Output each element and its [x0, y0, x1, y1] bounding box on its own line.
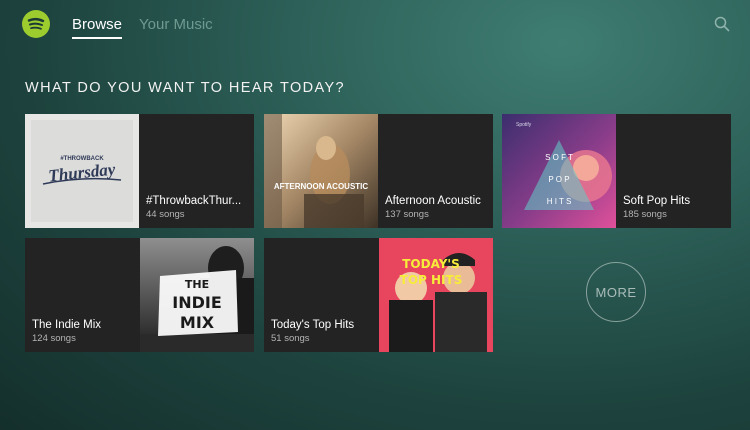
art-label-mix: MIX: [180, 313, 215, 332]
art-label-indie: INDIE: [172, 293, 222, 312]
playlist-cover-art: Spotify S O F T P O P H I T S: [502, 114, 616, 228]
playlist-card-the-indie-mix[interactable]: The Indie Mix 124 songs THE INDIE MIX: [25, 238, 254, 352]
playlist-title: The Indie Mix: [32, 319, 102, 331]
tab-browse[interactable]: Browse: [72, 16, 123, 39]
playlist-song-count: 44 songs: [146, 209, 185, 220]
playlist-info: Today's Top Hits 51 songs: [271, 318, 381, 344]
art-spotify-label: Spotify: [516, 122, 532, 128]
art-label-hits: H I T S: [547, 197, 572, 206]
playlist-info: #ThrowbackThur... 44 songs: [146, 194, 254, 220]
playlist-info: Soft Pop Hits 185 songs: [623, 194, 731, 220]
playlist-title: Soft Pop Hits: [623, 195, 691, 207]
art-label-todays: TODAY'S: [402, 257, 460, 271]
playlist-info: The Indie Mix 124 songs: [32, 318, 142, 344]
playlist-title: Afternoon Acoustic: [385, 195, 481, 207]
spotify-logo-icon[interactable]: [22, 10, 50, 38]
playlist-cover-art: #THROWBACK Thursday: [25, 114, 139, 228]
playlist-song-count: 137 songs: [385, 209, 429, 220]
search-icon[interactable]: [713, 15, 731, 33]
playlist-card-soft-pop-hits[interactable]: Spotify S O F T P O P H I T S Soft Pop H…: [502, 114, 731, 228]
art-label-pop: P O P: [548, 175, 569, 184]
art-label-top-hits: TOP HITS: [400, 273, 463, 287]
playlist-title: Today's Top Hits: [271, 319, 355, 331]
playlist-cover-art: THE INDIE MIX: [140, 238, 254, 352]
playlist-card-todays-top-hits[interactable]: Today's Top Hits 51 songs TODAY'S TOP HI…: [264, 238, 493, 352]
page-heading: WHAT DO YOU WANT TO HEAR TODAY?: [25, 80, 346, 96]
playlist-cover-art: TODAY'S TOP HITS: [379, 238, 493, 352]
top-navigation: Browse Your Music: [0, 0, 750, 50]
art-label-the: THE: [185, 278, 209, 291]
playlist-song-count: 51 songs: [271, 333, 310, 344]
playlist-song-count: 185 songs: [623, 209, 667, 220]
playlist-card-throwback-thursday[interactable]: #THROWBACK Thursday #ThrowbackThur... 44…: [25, 114, 254, 228]
playlist-song-count: 124 songs: [32, 333, 76, 344]
tab-your-music[interactable]: Your Music: [139, 16, 213, 33]
playlist-card-afternoon-acoustic[interactable]: AFTERNOON ACOUSTIC Afternoon Acoustic 13…: [264, 114, 493, 228]
playlist-cover-art: AFTERNOON ACOUSTIC: [264, 114, 378, 228]
more-button[interactable]: MORE: [586, 262, 646, 322]
playlist-info: Afternoon Acoustic 137 songs: [385, 194, 493, 220]
playlist-title: #ThrowbackThur...: [146, 195, 242, 207]
art-label: AFTERNOON ACOUSTIC: [274, 182, 369, 191]
art-label-soft: S O F T: [545, 153, 573, 162]
